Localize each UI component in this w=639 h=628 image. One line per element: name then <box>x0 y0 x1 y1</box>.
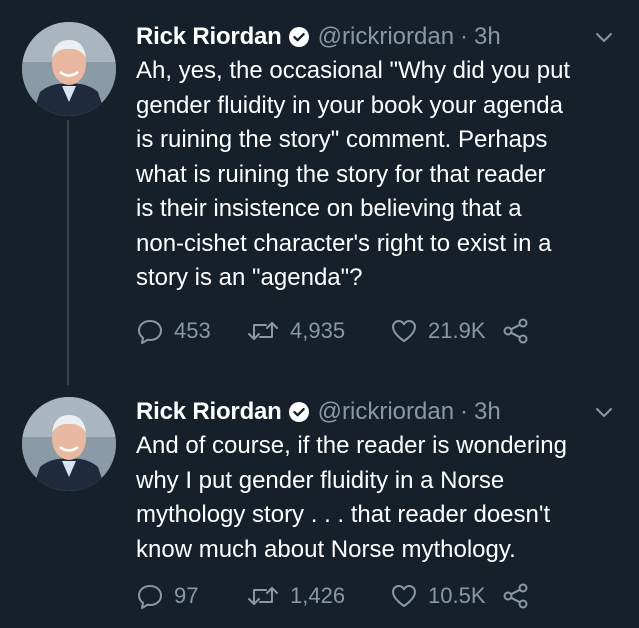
retweet-button[interactable]: 1,426 <box>246 582 390 610</box>
share-button[interactable] <box>502 317 530 345</box>
timestamp[interactable]: 3h <box>474 23 501 51</box>
heart-icon <box>390 317 418 345</box>
like-count: 10.5K <box>428 583 486 608</box>
retweet-count: 4,935 <box>290 318 346 343</box>
author-name[interactable]: Rick Riordan <box>136 23 282 51</box>
tweet-actions: 97 1,426 10.5K <box>136 581 530 611</box>
tweet[interactable]: Rick Riordan @rickriordan · 3h Ah, yes, … <box>0 0 639 375</box>
tweet-actions: 453 4,935 21.9K <box>136 316 530 346</box>
avatar[interactable] <box>22 397 116 491</box>
separator-dot: · <box>460 23 469 50</box>
retweet-icon <box>246 582 280 610</box>
like-count: 21.9K <box>428 318 486 343</box>
share-icon <box>502 317 530 345</box>
reply-count: 97 <box>174 583 199 608</box>
retweet-count: 1,426 <box>290 583 346 608</box>
reply-button[interactable]: 453 <box>136 317 246 345</box>
tweet[interactable]: Rick Riordan @rickriordan · 3h And of co… <box>0 375 639 628</box>
heart-icon <box>390 582 418 610</box>
separator-dot: · <box>460 398 469 425</box>
share-button[interactable] <box>502 582 530 610</box>
chevron-down-icon[interactable] <box>593 401 615 423</box>
reply-button[interactable]: 97 <box>136 582 246 610</box>
verified-badge-icon <box>288 26 310 48</box>
verified-badge-icon <box>288 401 310 423</box>
tweet-header: Rick Riordan @rickriordan · 3h <box>136 22 501 52</box>
chevron-down-icon[interactable] <box>593 26 615 48</box>
tweet-text: And of course, if the reader is wonderin… <box>136 432 567 563</box>
like-button[interactable]: 21.9K <box>390 317 502 345</box>
avatar[interactable] <box>22 22 116 116</box>
timestamp[interactable]: 3h <box>474 398 501 426</box>
reply-icon <box>136 582 164 610</box>
reply-count: 453 <box>174 318 211 343</box>
tweet-text: Ah, yes, the occasional "Why did you put… <box>136 57 571 291</box>
retweet-icon <box>246 317 280 345</box>
reply-icon <box>136 317 164 345</box>
author-handle[interactable]: @rickriordan <box>318 398 454 426</box>
author-handle[interactable]: @rickriordan <box>318 23 454 51</box>
like-button[interactable]: 10.5K <box>390 582 502 610</box>
author-name[interactable]: Rick Riordan <box>136 398 282 426</box>
tweet-header: Rick Riordan @rickriordan · 3h <box>136 397 501 427</box>
share-icon <box>502 582 530 610</box>
retweet-button[interactable]: 4,935 <box>246 317 390 345</box>
